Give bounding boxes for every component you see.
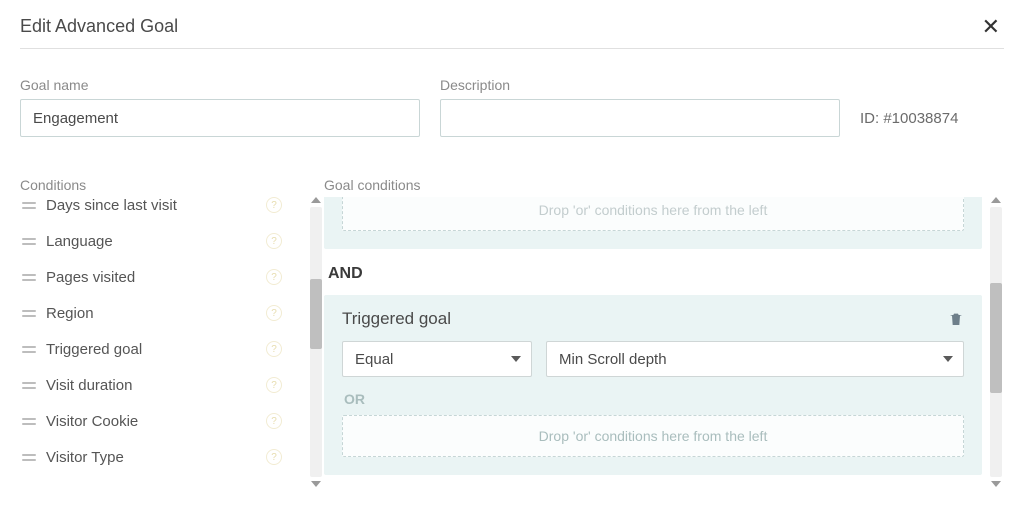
description-label: Description: [440, 77, 840, 93]
condition-item-region[interactable]: Region ?: [20, 295, 284, 331]
section-labels-row: Conditions Goal conditions: [20, 177, 1004, 197]
condition-item-visit-duration[interactable]: Visit duration ?: [20, 367, 284, 403]
help-icon[interactable]: ?: [266, 233, 282, 249]
scroll-thumb[interactable]: [310, 279, 322, 349]
goal-name-group: Goal name: [20, 77, 420, 137]
condition-label: Region: [46, 305, 256, 322]
condition-item-pages-visited[interactable]: Pages visited ?: [20, 259, 284, 295]
or-connector: OR: [344, 391, 964, 407]
scroll-down-icon[interactable]: [311, 481, 321, 487]
help-icon[interactable]: ?: [266, 197, 282, 213]
help-icon[interactable]: ?: [266, 449, 282, 465]
goal-conditions-pane: Drop 'or' conditions here from the left …: [324, 197, 1004, 487]
help-icon[interactable]: ?: [266, 377, 282, 393]
scroll-track[interactable]: [990, 207, 1002, 477]
goal-name-label: Goal name: [20, 77, 420, 93]
or-drop-zone[interactable]: Drop 'or' conditions here from the left: [342, 415, 964, 457]
help-icon[interactable]: ?: [266, 413, 282, 429]
drag-handle-icon[interactable]: [22, 382, 36, 389]
goal-name-input[interactable]: [20, 99, 420, 137]
drag-handle-icon[interactable]: [22, 454, 36, 461]
drag-handle-icon[interactable]: [22, 274, 36, 281]
condition-item-language[interactable]: Language ?: [20, 223, 284, 259]
edit-advanced-goal-dialog: Edit Advanced Goal ✕ Goal name Descripti…: [0, 0, 1024, 487]
scroll-down-icon[interactable]: [991, 481, 1001, 487]
drop-zone-hint: Drop 'or' conditions here from the left: [539, 202, 768, 218]
drag-handle-icon[interactable]: [22, 202, 36, 209]
condition-item-triggered-goal[interactable]: Triggered goal ?: [20, 331, 284, 367]
and-connector: AND: [328, 265, 982, 283]
help-icon[interactable]: ?: [266, 341, 282, 357]
condition-label: Pages visited: [46, 269, 256, 286]
block-title: Triggered goal: [342, 309, 451, 329]
drag-handle-icon[interactable]: [22, 418, 36, 425]
goal-conditions-content[interactable]: Drop 'or' conditions here from the left …: [324, 197, 988, 487]
help-icon[interactable]: ?: [266, 305, 282, 321]
conditions-section-label: Conditions: [20, 177, 324, 193]
condition-label: Triggered goal: [46, 341, 256, 358]
or-drop-zone[interactable]: Drop 'or' conditions here from the left: [342, 197, 964, 231]
condition-label: Visitor Type: [46, 449, 256, 466]
conditions-scrollbar[interactable]: [308, 197, 324, 487]
condition-label: Days since last visit: [46, 197, 256, 214]
operator-row: Equal Min Scroll depth: [342, 341, 964, 377]
conditions-pane: Days since last visit ? Language ? Pages…: [20, 197, 324, 487]
trash-icon: [948, 310, 964, 328]
delete-block-button[interactable]: [948, 310, 964, 328]
drag-handle-icon[interactable]: [22, 310, 36, 317]
top-form-row: Goal name Description ID: #10038874: [20, 77, 1004, 137]
scroll-up-icon[interactable]: [311, 197, 321, 203]
goal-conditions-section-label: Goal conditions: [324, 177, 1004, 193]
scroll-track[interactable]: [310, 207, 322, 477]
goal-conditions-scrollbar[interactable]: [988, 197, 1004, 487]
condition-item-visitor-type[interactable]: Visitor Type ?: [20, 439, 284, 475]
conditions-list[interactable]: Days since last visit ? Language ? Pages…: [20, 197, 308, 487]
condition-label: Visitor Cookie: [46, 413, 256, 430]
value-select[interactable]: Min Scroll depth: [546, 341, 964, 377]
close-icon: ✕: [982, 14, 1000, 39]
help-icon[interactable]: ?: [266, 269, 282, 285]
dialog-title: Edit Advanced Goal: [20, 16, 178, 37]
goal-id-label: ID: #10038874: [860, 110, 958, 137]
condition-label: Visit duration: [46, 377, 256, 394]
description-group: Description: [440, 77, 840, 137]
scroll-up-icon[interactable]: [991, 197, 1001, 203]
condition-item-visitor-cookie[interactable]: Visitor Cookie ?: [20, 403, 284, 439]
drop-zone-hint: Drop 'or' conditions here from the left: [539, 428, 768, 444]
builder-body: Days since last visit ? Language ? Pages…: [20, 197, 1004, 487]
operator-select[interactable]: Equal: [342, 341, 532, 377]
condition-item-days-since-last-visit[interactable]: Days since last visit ?: [20, 197, 284, 223]
block-header: Triggered goal: [342, 309, 964, 329]
scroll-thumb[interactable]: [990, 283, 1002, 393]
close-button[interactable]: ✕: [978, 16, 1004, 38]
drag-handle-icon[interactable]: [22, 238, 36, 245]
condition-label: Language: [46, 233, 256, 250]
condition-block-triggered-goal: Triggered goal Equal Min Scroll depth: [324, 295, 982, 475]
description-input[interactable]: [440, 99, 840, 137]
dialog-header: Edit Advanced Goal ✕: [20, 16, 1004, 49]
condition-block-prev: Drop 'or' conditions here from the left: [324, 197, 982, 249]
drag-handle-icon[interactable]: [22, 346, 36, 353]
